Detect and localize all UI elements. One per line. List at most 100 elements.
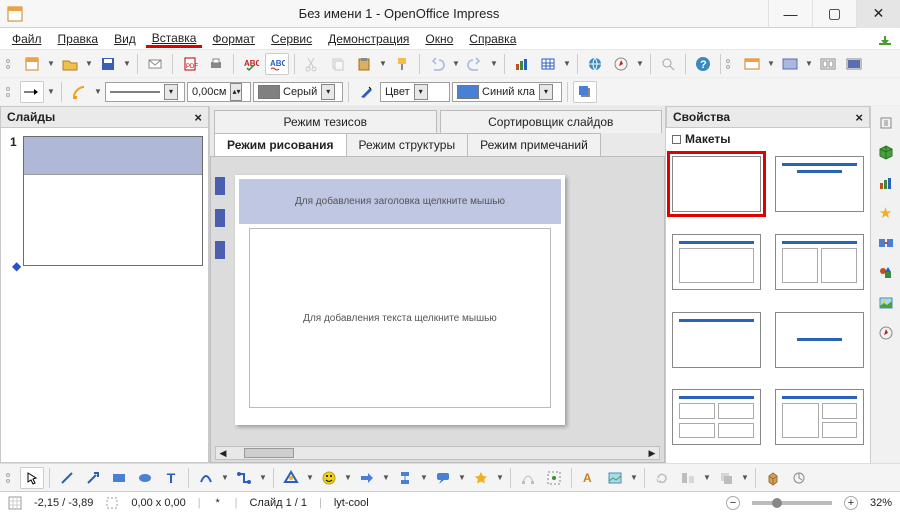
block-arrow-tool[interactable] — [355, 467, 379, 489]
menu-tools[interactable]: Сервис — [265, 30, 318, 48]
menu-window[interactable]: Окно — [419, 30, 459, 48]
arrow-style-dropdown[interactable]: ▼ — [46, 87, 56, 96]
new-doc-dropdown[interactable]: ▼ — [46, 59, 56, 68]
menu-insert[interactable]: Вставка — [146, 29, 203, 48]
glue-tool[interactable] — [542, 467, 566, 489]
align-tool[interactable] — [676, 467, 700, 489]
select-tool[interactable] — [20, 467, 44, 489]
content-placeholder[interactable]: Для добавления текста щелкните мышью — [249, 228, 551, 408]
drawbar-handle[interactable] — [6, 473, 14, 483]
slide-show-button[interactable] — [842, 53, 866, 75]
maximize-button[interactable]: ▢ — [812, 0, 856, 28]
arrow-line-tool[interactable] — [81, 467, 105, 489]
slide-design-button[interactable] — [778, 53, 802, 75]
line-style-combo[interactable]: ▾ — [105, 82, 185, 102]
menu-slideshow[interactable]: Демонстрация — [322, 30, 415, 48]
rect-tool[interactable] — [107, 467, 131, 489]
zoom-in-button[interactable]: + — [844, 496, 858, 510]
minimize-button[interactable]: — — [768, 0, 812, 28]
fontwork-tool[interactable]: A — [577, 467, 601, 489]
basic-shapes-tool[interactable] — [279, 467, 303, 489]
hyperlink-button[interactable] — [583, 53, 607, 75]
toolbar2-handle[interactable] — [6, 87, 14, 97]
tab-structure[interactable]: Режим структуры — [346, 133, 469, 156]
toolbar-handle-2[interactable] — [726, 59, 734, 69]
tab-outline[interactable]: Режим тезисов — [214, 110, 437, 133]
layout-title[interactable] — [775, 156, 864, 212]
cut-button[interactable] — [300, 53, 324, 75]
layout-centered[interactable] — [775, 312, 864, 368]
sidebar-chart-icon[interactable] — [875, 172, 897, 194]
horizontal-scrollbar[interactable]: ◀▶ — [215, 446, 660, 460]
redo-button[interactable] — [463, 53, 487, 75]
zoom-out-button[interactable]: − — [726, 496, 740, 510]
close-button[interactable]: ✕ — [856, 0, 900, 28]
undo-dropdown[interactable]: ▼ — [451, 59, 461, 68]
format-paint-button[interactable] — [390, 53, 414, 75]
interaction-tool[interactable] — [787, 467, 811, 489]
from-file-tool[interactable] — [603, 467, 627, 489]
slide-canvas[interactable]: Для добавления заголовка щелкните мышью … — [235, 175, 565, 425]
navigator-button[interactable] — [609, 53, 633, 75]
area-button[interactable] — [354, 81, 378, 103]
canvas-area[interactable]: Для добавления заголовка щелкните мышью … — [210, 156, 665, 463]
fill-color2-combo[interactable]: Синий кла ▾ — [452, 82, 562, 102]
fill-type-combo[interactable]: Цвет ▾ — [380, 82, 450, 102]
update-icon[interactable] — [876, 30, 894, 48]
slide-layout-button[interactable] — [816, 53, 840, 75]
tab-drawing[interactable]: Режим рисования — [214, 133, 347, 156]
slide-props-button[interactable] — [740, 53, 764, 75]
sidebar-cube-icon[interactable] — [875, 142, 897, 164]
curve-tool[interactable] — [194, 467, 218, 489]
autospell-button[interactable]: ABC — [265, 53, 289, 75]
line-color-button[interactable] — [67, 81, 91, 103]
star-tool[interactable] — [469, 467, 493, 489]
layout-1-2[interactable] — [775, 389, 864, 445]
spellcheck-button[interactable]: ABC — [239, 53, 263, 75]
slide-props-dropdown[interactable]: ▼ — [766, 59, 776, 68]
callout-tool[interactable] — [431, 467, 455, 489]
mail-button[interactable] — [143, 53, 167, 75]
sidebar-config-icon[interactable] — [875, 112, 897, 134]
menu-format[interactable]: Формат — [206, 30, 261, 48]
properties-panel-close[interactable]: × — [855, 110, 863, 125]
open-dropdown[interactable]: ▼ — [84, 59, 94, 68]
slides-list[interactable]: 1 ◆ — [0, 128, 209, 463]
chart-button[interactable] — [510, 53, 534, 75]
table-dropdown[interactable]: ▼ — [562, 59, 572, 68]
sidebar-shapes-icon[interactable] — [875, 262, 897, 284]
fill-color1-combo[interactable]: Серый ▾ — [253, 82, 343, 102]
save-button[interactable] — [96, 53, 120, 75]
zoom-button[interactable] — [656, 53, 680, 75]
sidebar-navigator-icon[interactable] — [875, 322, 897, 344]
title-placeholder[interactable]: Для добавления заголовка щелкните мышью — [239, 179, 561, 224]
symbol-shapes-tool[interactable] — [317, 467, 341, 489]
redo-dropdown[interactable]: ▼ — [489, 59, 499, 68]
zoom-slider[interactable] — [752, 501, 832, 505]
paste-dropdown[interactable]: ▼ — [378, 59, 388, 68]
connector-tool[interactable] — [232, 467, 256, 489]
menu-file[interactable]: Файл — [6, 30, 48, 48]
tab-sorter[interactable]: Сортировщик слайдов — [440, 110, 663, 133]
ellipse-tool[interactable] — [133, 467, 157, 489]
save-dropdown[interactable]: ▼ — [122, 59, 132, 68]
sidebar-gallery-icon[interactable] — [875, 292, 897, 314]
slide-thumbnail-1[interactable]: 1 ◆ — [23, 136, 203, 266]
status-grid-icon[interactable] — [8, 496, 22, 510]
layout-title-only[interactable] — [672, 312, 761, 368]
layout-2x2[interactable] — [672, 389, 761, 445]
menu-edit[interactable]: Правка — [52, 30, 105, 48]
sidebar-star-icon[interactable]: ★ — [875, 202, 897, 224]
menu-help[interactable]: Справка — [463, 30, 522, 48]
open-button[interactable] — [58, 53, 82, 75]
copy-button[interactable] — [326, 53, 350, 75]
line-width-combo[interactable]: 0,00см ▴▾ — [187, 82, 251, 102]
help-button[interactable]: ? — [691, 53, 715, 75]
arrange-tool[interactable] — [714, 467, 738, 489]
paste-button[interactable] — [352, 53, 376, 75]
flowchart-tool[interactable] — [393, 467, 417, 489]
line-color-dropdown[interactable]: ▼ — [93, 87, 103, 96]
toolbar-handle[interactable] — [6, 59, 14, 69]
tab-notes[interactable]: Режим примечаний — [467, 133, 601, 156]
extrusion-tool[interactable] — [761, 467, 785, 489]
